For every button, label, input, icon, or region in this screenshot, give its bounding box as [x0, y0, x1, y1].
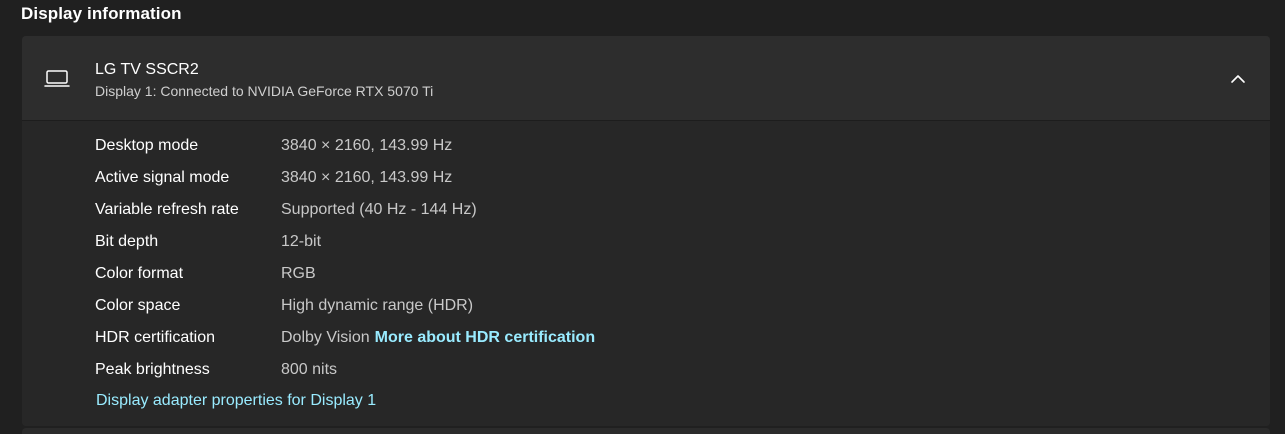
detail-value: Dolby Vision [281, 329, 370, 346]
detail-value: RGB [281, 265, 316, 282]
detail-value-group: Dolby Vision More about HDR certification [281, 328, 595, 348]
detail-label: Color format [95, 265, 184, 282]
detail-label: Active signal mode [95, 169, 230, 186]
monitor-icon [44, 70, 70, 87]
detail-label: Desktop mode [95, 137, 199, 154]
detail-value: Supported (40 Hz - 144 Hz) [281, 201, 477, 218]
detail-value: 3840 × 2160, 143.99 Hz [281, 169, 453, 186]
detail-label: Peak brightness [95, 361, 210, 378]
display-adapter-properties-link[interactable]: Display adapter properties for Display 1 [96, 392, 376, 410]
display-card: LG TV SSCR2 Display 1: Connected to NVID… [22, 36, 1270, 426]
chevron-up-icon[interactable] [1228, 69, 1248, 89]
display-name: LG TV SSCR2 [95, 61, 199, 78]
next-card-edge [22, 428, 1270, 434]
display-card-header[interactable]: LG TV SSCR2 Display 1: Connected to NVID… [22, 36, 1270, 121]
section-title: Display information [21, 4, 182, 23]
detail-label: Bit depth [95, 233, 159, 250]
detail-label: Variable refresh rate [95, 201, 239, 218]
display-details: Desktop mode 3840 × 2160, 143.99 Hz Acti… [22, 121, 1270, 426]
detail-value: 3840 × 2160, 143.99 Hz [281, 137, 453, 154]
hdr-certification-link[interactable]: More about HDR certification [375, 329, 595, 346]
detail-value: 800 nits [281, 361, 338, 378]
detail-value: 12-bit [281, 233, 322, 250]
detail-label: HDR certification [95, 329, 216, 346]
detail-label: Color space [95, 297, 181, 314]
detail-value: High dynamic range (HDR) [281, 297, 474, 314]
display-subtitle: Display 1: Connected to NVIDIA GeForce R… [95, 83, 434, 99]
